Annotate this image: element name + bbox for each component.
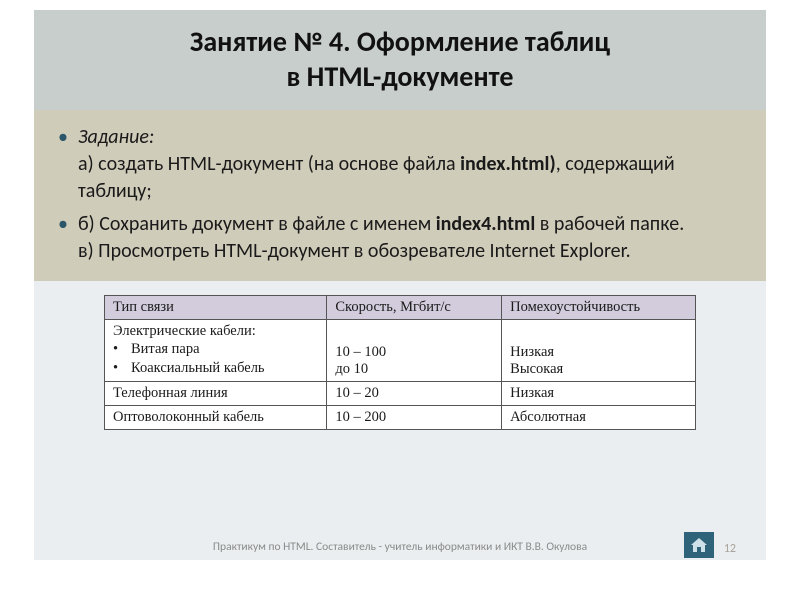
cell-noise: Абсолютная [502, 405, 696, 429]
cell-speed: 10 – 200 [327, 405, 502, 429]
cell-noise: Низкая [502, 381, 696, 405]
cell-type-main: Электрические кабели: [113, 323, 256, 339]
home-button[interactable] [684, 532, 714, 558]
title-line-1: Занятие № 4. Оформление таблиц [190, 24, 610, 59]
table-row: Электрические кабели: •Витая пара •Коакс… [105, 320, 696, 382]
table-row: Оптоволоконный кабель 10 – 200 Абсолютна… [105, 405, 696, 429]
th-speed: Скорость, Мгбит/с [327, 296, 502, 320]
slide-footer: Практикум по HTML. Составитель - учитель… [34, 540, 766, 554]
cell-speed: 10 – 100 до 10 [327, 320, 502, 382]
task-a-bold: index.html) [460, 152, 556, 176]
slide: Занятие № 4. Оформление таблиц в HTML-до… [34, 10, 766, 560]
th-type: Тип связи [105, 296, 327, 320]
cell-speed: 10 – 20 [327, 381, 502, 405]
cell-noise: Низкая Высокая [502, 320, 696, 382]
task-label: Задание [78, 125, 149, 149]
task-b-suffix: в рабочей папке. [535, 212, 684, 236]
page-number: 12 [724, 542, 736, 556]
bullet-1: Задание: а) создать HTML-документ (на ос… [78, 124, 740, 205]
table-row: Телефонная линия 10 – 20 Низкая [105, 381, 696, 405]
cell-type-item: Витая пара [131, 341, 200, 357]
cell-type: Электрические кабели: •Витая пара •Коакс… [105, 320, 327, 382]
task-b-bold: index4.html [436, 212, 535, 236]
task-b-prefix: б) Сохранить документ в файле с именем [78, 212, 436, 236]
house-icon [690, 537, 708, 553]
th-noise: Помехоустойчивость [502, 296, 696, 320]
table-header-row: Тип связи Скорость, Мгбит/с Помехоустойч… [105, 296, 696, 320]
task-a-prefix: а) создать HTML-документ (на основе файл… [78, 152, 460, 176]
title-line-2: в HTML-документе [286, 59, 513, 94]
cell-type: Оптоволоконный кабель [105, 405, 327, 429]
slide-title: Занятие № 4. Оформление таблиц в HTML-до… [34, 10, 766, 110]
task-c: в) Просмотреть HTML-документ в обозреват… [78, 239, 631, 263]
example-table-wrap: Тип связи Скорость, Мгбит/с Помехоустойч… [34, 281, 766, 430]
cell-type: Телефонная линия [105, 381, 327, 405]
bullet-2: б) Сохранить документ в файле с именем i… [78, 211, 740, 265]
example-table: Тип связи Скорость, Мгбит/с Помехоустойч… [104, 295, 696, 430]
slide-body: Задание: а) создать HTML-документ (на ос… [34, 110, 766, 281]
cell-type-item: Коаксиальный кабель [131, 360, 265, 376]
